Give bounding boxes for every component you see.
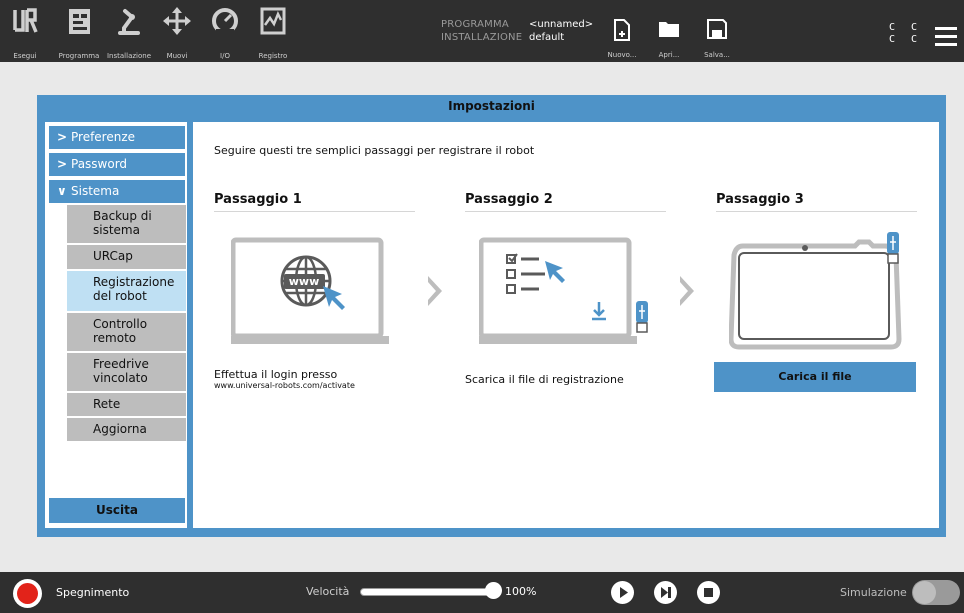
ur-logo-icon — [13, 8, 38, 33]
step-button[interactable] — [654, 581, 677, 604]
laptop-login-illustration: www — [231, 237, 389, 344]
sidebar-item-constrained-freedrive[interactable]: Freedrive vincolato — [67, 353, 186, 391]
io-gauge-icon — [212, 8, 238, 34]
stop-button[interactable] — [697, 581, 720, 604]
teach-pendant-illustration — [729, 232, 902, 350]
play-icon — [620, 587, 628, 598]
move-tab[interactable]: Muovi — [160, 4, 194, 60]
simulation-toggle[interactable] — [912, 580, 960, 605]
new-file-icon — [614, 19, 630, 41]
folder-icon — [659, 22, 679, 37]
installation-key: INSTALLAZIONE — [441, 32, 523, 43]
step-2-desc: Scarica il file di registrazione — [465, 373, 624, 386]
installation-tab[interactable]: Installazione — [107, 4, 151, 60]
cc-indicator: C C C C — [889, 22, 923, 45]
program-key: PROGRAMMA — [441, 19, 509, 30]
sidebar-item-system-backup[interactable]: Backup di sistema — [67, 205, 186, 243]
robot-arm-icon — [118, 9, 140, 35]
speed-slider[interactable] — [360, 588, 492, 596]
io-tab[interactable]: I/O — [208, 4, 242, 60]
save-icon — [707, 19, 727, 39]
chevron-right-icon: > — [57, 157, 68, 171]
step-3-title: Passaggio 3 — [716, 192, 917, 212]
usb-stick-icon — [887, 232, 899, 264]
speed-value: 100% — [505, 585, 537, 598]
sidebar-item-preferences[interactable]: > Preferenze — [49, 126, 185, 149]
program-icon — [69, 9, 90, 34]
step-arrow-icon — [428, 276, 442, 306]
sidebar-item-update[interactable]: Aggiorna — [67, 418, 186, 441]
simulation-label: Simulazione — [840, 586, 907, 599]
bottom-status-bar: Spegnimento Velocità 100% Simulazione — [0, 572, 964, 613]
log-chart-icon — [260, 7, 286, 35]
play-button[interactable] — [611, 581, 634, 604]
settings-sidebar: > Preferenze > Password ∨ Sistema Backup di… — [45, 122, 187, 528]
run-tab[interactable]: Esegui — [8, 4, 42, 60]
sidebar-item-password[interactable]: > Password — [49, 153, 185, 176]
laptop-download-illustration — [479, 237, 648, 344]
program-info: PROGRAMMA <unnamed> INSTALLAZIONE default — [441, 18, 593, 44]
chevron-right-icon: > — [57, 130, 68, 144]
step-2-title: Passaggio 2 — [465, 192, 666, 212]
move-arrows-icon — [163, 7, 191, 35]
registration-content: Seguire questi tre semplici passaggi per… — [193, 122, 939, 528]
program-tab[interactable]: Programma — [59, 4, 99, 60]
step-1-title: Passaggio 1 — [214, 192, 415, 212]
hamburger-menu-icon[interactable] — [935, 27, 957, 46]
sidebar-item-network[interactable]: Rete — [67, 393, 186, 416]
svg-text:www: www — [289, 275, 320, 288]
program-name: <unnamed> — [529, 19, 594, 30]
panel-title: Impostazioni — [448, 99, 535, 113]
usb-stick-icon — [636, 301, 648, 333]
step-1-desc: Effettua il login presso — [214, 368, 338, 381]
power-label[interactable]: Spegnimento — [56, 586, 129, 599]
sidebar-item-remote-control[interactable]: Controllo remoto — [67, 313, 186, 351]
chevron-down-icon: ∨ — [57, 184, 67, 198]
top-toolbar: Esegui Programma Installazione Muovi I/O… — [0, 0, 964, 62]
step-forward-icon — [661, 587, 671, 598]
stop-icon — [704, 588, 713, 597]
new-button[interactable]: Nuovo... — [608, 18, 636, 59]
sidebar-item-robot-registration[interactable]: Registrazione del robot — [67, 271, 186, 311]
sidebar-item-urcap[interactable]: URCap — [67, 245, 186, 269]
globe-icon: www — [280, 255, 332, 307]
save-button[interactable]: Salva... — [704, 18, 730, 59]
settings-panel: Impostazioni > Preferenze > Password ∨ Sist… — [37, 95, 946, 537]
power-icon[interactable] — [13, 579, 42, 608]
intro-text: Seguire questi tre semplici passaggi per… — [214, 144, 535, 157]
log-tab[interactable]: Registro — [256, 4, 290, 60]
step-arrow-icon — [680, 276, 694, 306]
activation-url: www.universal-robots.com/activate — [214, 381, 355, 390]
sidebar-item-system[interactable]: ∨ Sistema — [49, 180, 185, 203]
exit-button[interactable]: Uscita — [49, 498, 185, 523]
open-button[interactable]: Apri... — [657, 18, 681, 59]
installation-name: default — [529, 32, 565, 43]
speed-slider-handle[interactable] — [485, 582, 502, 599]
speed-label: Velocità — [306, 585, 350, 598]
upload-file-button[interactable]: Carica il file — [714, 362, 916, 392]
